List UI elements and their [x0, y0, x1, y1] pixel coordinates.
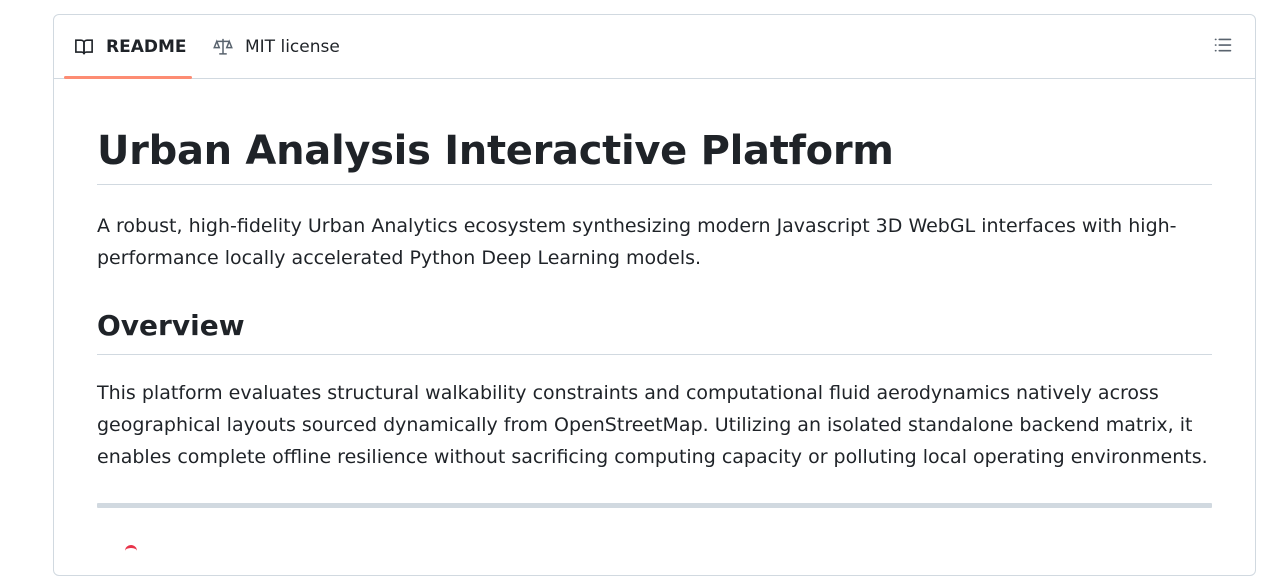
readme-description: A robust, high-fidelity Urban Analytics … [97, 215, 1177, 269]
outline-button[interactable] [1211, 35, 1235, 59]
readme-tab-bar: README MIT license [54, 15, 1255, 79]
overview-heading: Overview [97, 306, 1212, 355]
tab-license-label: MIT license [245, 36, 340, 57]
overview-paragraph: This platform evaluates structural walka… [97, 382, 1208, 468]
partial-image-icon [125, 545, 137, 554]
readme-title: Urban Analysis Interactive Platform [97, 127, 1212, 185]
tab-license[interactable]: MIT license [213, 15, 340, 78]
active-tab-underline [64, 76, 192, 79]
horizontal-rule [97, 503, 1212, 508]
scale-icon [213, 37, 233, 57]
tab-readme[interactable]: README [64, 15, 197, 78]
tab-readme-label: README [106, 36, 187, 57]
book-icon [74, 37, 94, 57]
readme-panel: README MIT license Urban Analysis Intera… [53, 14, 1256, 576]
list-icon [1213, 35, 1233, 59]
